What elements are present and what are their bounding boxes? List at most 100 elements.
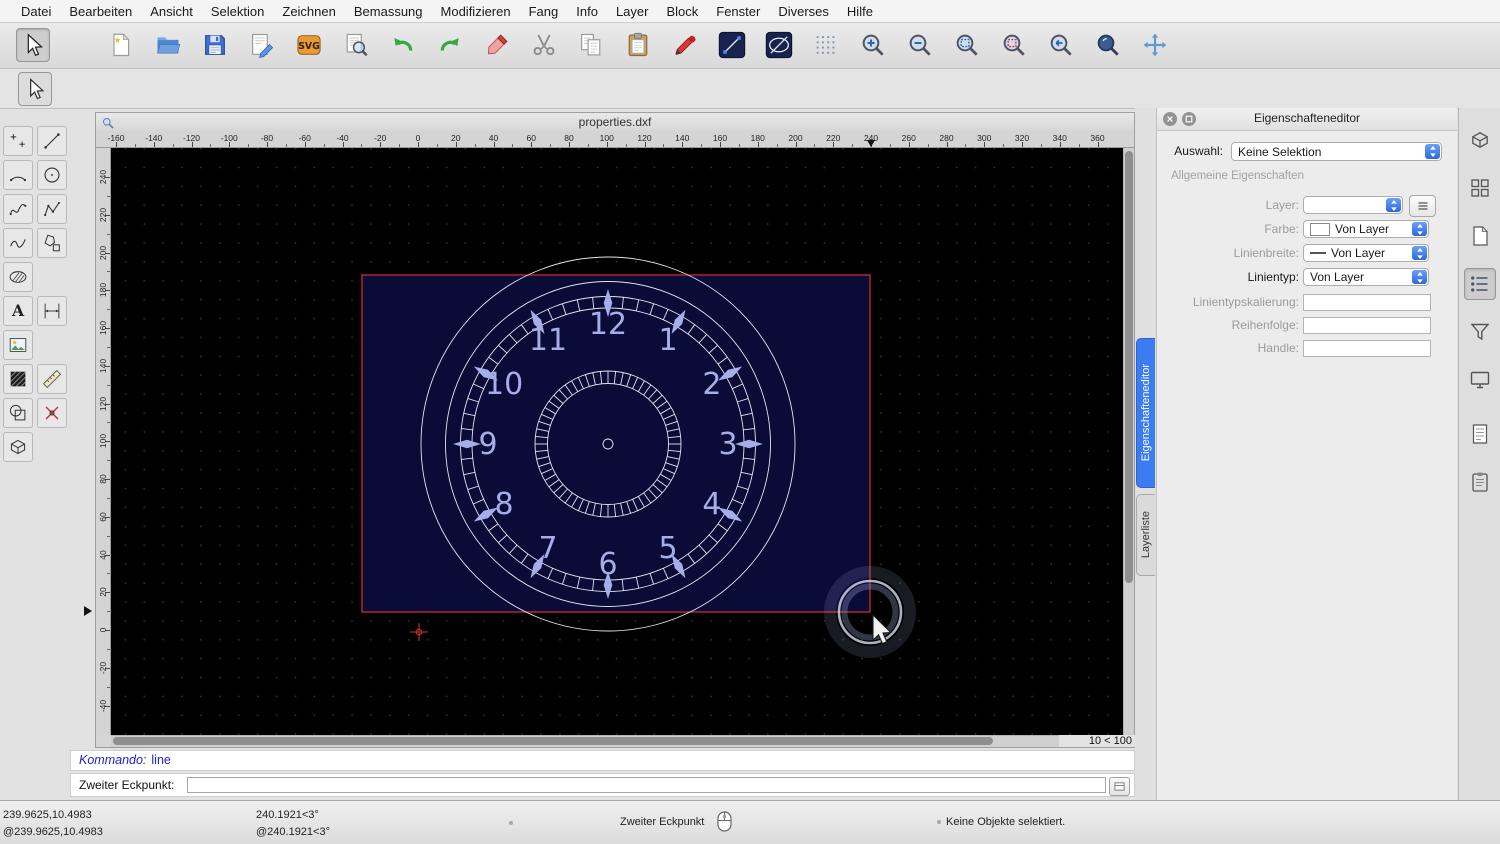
hatch-tool-button[interactable] <box>3 364 33 394</box>
view-cube-button[interactable] <box>1464 124 1496 156</box>
layer-combo[interactable] <box>1303 196 1403 214</box>
zoom-auto-button[interactable] <box>951 29 983 61</box>
circle-tool-button[interactable] <box>37 160 67 190</box>
menu-zeichnen[interactable]: Zeichnen <box>273 4 344 19</box>
linientypskalierung-input[interactable] <box>1303 294 1431 311</box>
linientyp-combo[interactable]: Von Layer <box>1303 268 1429 286</box>
reihenfolge-input[interactable] <box>1303 317 1431 334</box>
redo-button[interactable] <box>434 29 466 61</box>
zoom-selection-button[interactable] <box>998 29 1030 61</box>
handle-input[interactable] <box>1303 340 1431 357</box>
layer-menu-button[interactable] <box>1409 195 1436 217</box>
detach-icon[interactable] <box>1182 112 1196 126</box>
new-file-button[interactable] <box>105 29 137 61</box>
cut-button[interactable] <box>528 29 560 61</box>
menu-fenster[interactable]: Fenster <box>707 4 769 19</box>
eraser-button[interactable] <box>481 29 513 61</box>
filter-button[interactable] <box>1464 316 1496 348</box>
ruler-label: -40 <box>98 691 108 721</box>
select-tool-button[interactable] <box>18 72 52 106</box>
horizontal-scrollbar[interactable] <box>111 735 1059 747</box>
zoom-out-button[interactable] <box>904 29 936 61</box>
open-file-button[interactable] <box>152 29 184 61</box>
close-icon[interactable] <box>1163 112 1177 126</box>
combine-tool-button[interactable] <box>3 398 33 428</box>
scrollbar-thumb[interactable] <box>113 737 993 745</box>
edit-drawing-button[interactable] <box>246 29 278 61</box>
ruler-tick <box>107 385 110 386</box>
viewport-button[interactable] <box>1464 364 1496 396</box>
menu-bearbeiten[interactable]: Bearbeiten <box>60 4 141 19</box>
print-preview-button[interactable] <box>340 29 372 61</box>
clipboard-button[interactable] <box>1464 466 1496 498</box>
menu-info[interactable]: Info <box>567 4 607 19</box>
menu-ansicht[interactable]: Ansicht <box>141 4 202 19</box>
scrollbar-thumb[interactable] <box>1125 151 1133 583</box>
dimension-tool-button[interactable] <box>37 296 67 326</box>
sheet-icon <box>1468 224 1492 248</box>
ellipse-draw-tool-button[interactable] <box>3 262 33 292</box>
line-tool-button[interactable] <box>716 29 748 61</box>
polygon-tool-button[interactable] <box>37 228 67 258</box>
ellipse-tool-button[interactable] <box>763 29 795 61</box>
paste-button[interactable] <box>622 29 654 61</box>
blocks-button[interactable] <box>1464 172 1496 204</box>
freehand-tool-button[interactable] <box>3 228 33 258</box>
pan-button[interactable] <box>1139 29 1171 61</box>
ruler-label: 80 <box>564 133 573 143</box>
color-swatch <box>1310 223 1330 236</box>
spline-tool-button[interactable] <box>3 194 33 224</box>
point-tool-button[interactable] <box>3 126 33 156</box>
vertical-scrollbar[interactable] <box>1123 148 1134 735</box>
command-options-button[interactable] <box>1109 777 1130 796</box>
command-input[interactable] <box>187 777 1106 793</box>
menu-hilfe[interactable]: Hilfe <box>838 4 882 19</box>
measure-tool-button[interactable] <box>37 364 67 394</box>
save-file-button[interactable] <box>199 29 231 61</box>
property-editor-button[interactable] <box>1464 268 1496 300</box>
sheet-list-button[interactable] <box>1464 418 1496 450</box>
property-row: Linientyp:Von Layer <box>1157 268 1457 288</box>
side-tab-layerliste[interactable]: Layerliste <box>1136 494 1155 576</box>
ruler-tick <box>107 422 110 423</box>
arc-tool-button[interactable] <box>3 160 33 190</box>
farbe-combo[interactable]: Von Layer <box>1303 220 1429 238</box>
undo-icon <box>389 31 417 59</box>
zoom-in-button[interactable] <box>857 29 889 61</box>
image-tool-button[interactable] <box>3 330 33 360</box>
linewidth-glyph <box>1310 252 1326 254</box>
sheet-button[interactable] <box>1464 220 1496 252</box>
polyline-tool-button[interactable] <box>37 194 67 224</box>
copy-button[interactable] <box>575 29 607 61</box>
selection-combo[interactable]: Keine Selektion <box>1231 142 1442 161</box>
ruler-label: 0 <box>98 615 108 645</box>
svg-export-button[interactable]: SVG <box>293 29 325 61</box>
text-tool-button[interactable]: A <box>3 296 33 326</box>
menu-block[interactable]: Block <box>657 4 707 19</box>
zoom-window-button[interactable] <box>1092 29 1124 61</box>
select-button[interactable] <box>16 28 50 62</box>
svg-text:4: 4 <box>702 487 721 522</box>
grid-toggle-button[interactable] <box>810 29 842 61</box>
ruler-label: 320 <box>1015 133 1029 143</box>
menu-modifizieren[interactable]: Modifizieren <box>432 4 520 19</box>
svg-text:A: A <box>11 301 25 320</box>
menu-bemassung[interactable]: Bemassung <box>345 4 432 19</box>
side-tab-eigenschafteneditor[interactable]: Eigenschafteneditor <box>1136 338 1155 488</box>
zoom-out-icon <box>906 31 934 59</box>
menu-selektion[interactable]: Selektion <box>202 4 273 19</box>
zoom-previous-button[interactable] <box>1045 29 1077 61</box>
pen-button[interactable] <box>669 29 701 61</box>
ruler-tick <box>107 498 110 499</box>
drawing-canvas[interactable]: 121234567891011 <box>111 148 1123 735</box>
ruler-label: 340 <box>1053 133 1067 143</box>
box3d-tool-button[interactable] <box>3 432 33 462</box>
menu-diverses[interactable]: Diverses <box>769 4 838 19</box>
menu-datei[interactable]: Datei <box>12 4 60 19</box>
menu-fang[interactable]: Fang <box>520 4 568 19</box>
linienbreite-combo[interactable]: Von Layer <box>1303 244 1429 262</box>
snap-tool-button[interactable] <box>37 398 67 428</box>
undo-button[interactable] <box>387 29 419 61</box>
menu-layer[interactable]: Layer <box>607 4 658 19</box>
line-draw-tool-button[interactable] <box>37 126 67 156</box>
